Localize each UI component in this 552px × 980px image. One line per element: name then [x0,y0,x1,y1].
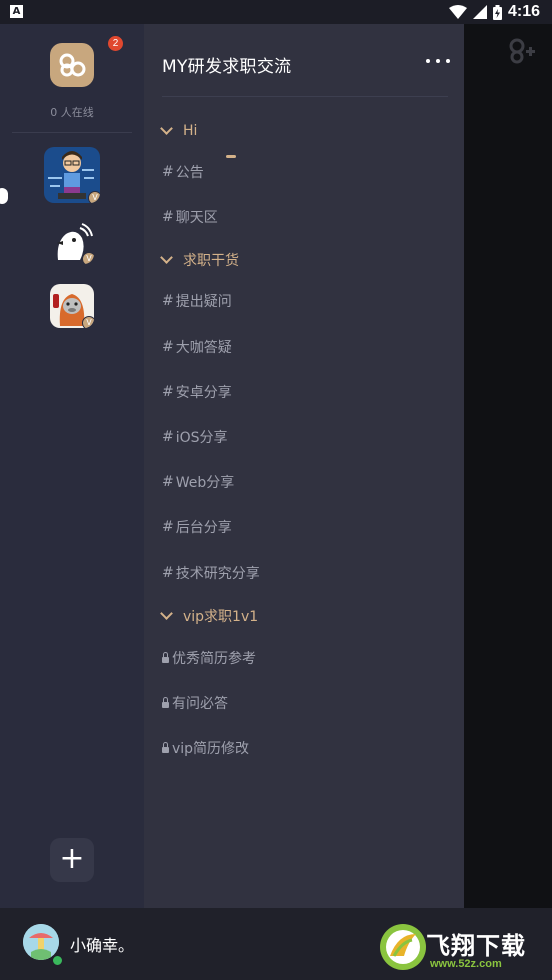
verified-badge: V [82,316,94,328]
hash-icon: # [162,209,174,225]
current-guild-icon[interactable] [50,43,94,87]
chevron-down-icon [160,607,173,620]
notification-icon: A [10,5,23,18]
wifi-icon [448,5,467,19]
verified-badge: V [88,191,100,203]
dot-icon [436,59,440,63]
channel-web[interactable]: # Web分享 [162,471,234,493]
watermark-logo-icon [380,924,426,970]
chevron-down-icon [160,122,173,135]
channel-tech-research[interactable]: # 技术研究分享 [162,562,260,584]
guild-avatar-coder[interactable]: V [44,147,100,203]
hash-icon: # [162,565,174,581]
user-footer: 小确幸。 飞翔下载 www.52z.com [0,908,552,980]
lock-icon [162,652,169,663]
dot-icon [446,59,450,63]
dimmed-chat-overlay[interactable] [464,24,552,908]
category-job-tips[interactable]: 求职干货 [160,250,239,270]
channel-resume-ref[interactable]: 优秀简历参考 [162,647,256,669]
lock-icon [162,697,169,708]
hash-icon: # [162,339,174,355]
hash-icon: # [162,474,174,490]
signal-icon [472,5,487,19]
watermark-url: www.52z.com [430,958,502,970]
guild-logo-icon [59,53,86,77]
hash-icon: # [162,519,174,535]
channel-announcement[interactable]: # 公告 [162,155,236,183]
hash-icon: # [162,384,174,400]
channel-backend[interactable]: # 后台分享 [162,516,232,538]
channel-ios[interactable]: # iOS分享 [162,426,228,448]
watermark-text: 飞翔下载 [426,932,526,960]
header-divider [162,96,448,97]
selection-indicator [0,188,8,204]
verified-badge: V [82,252,94,264]
lock-icon [162,742,169,753]
online-count: 0 人在线 [50,106,94,119]
add-guild-button[interactable]: + [50,838,94,882]
unread-badge: 2 [108,36,123,51]
channel-questions[interactable]: # 提出疑问 [162,290,232,312]
channel-android[interactable]: # 安卓分享 [162,381,232,403]
hash-icon: # [162,429,174,445]
username: 小确幸。 [70,936,135,955]
status-bar: A 4:16 [0,0,552,24]
battery-icon [492,4,502,20]
category-hi[interactable]: Hi [160,121,197,141]
guild-title: MY研发求职交流 [162,57,292,77]
channel-expert-qa[interactable]: # 大咖答疑 [162,336,232,358]
guild-avatar-seal[interactable]: V [50,284,94,328]
online-status-dot [51,954,64,967]
channel-ask-anything[interactable]: 有问必答 [162,692,228,714]
more-options-button[interactable] [426,52,450,70]
dot-icon [426,59,430,63]
add-member-icon[interactable] [506,38,536,64]
chevron-down-icon [160,251,173,264]
channel-vip-resume[interactable]: vip简历修改 [162,737,249,759]
channel-chat[interactable]: # 聊天区 [162,206,218,228]
category-vip[interactable]: vip求职1v1 [160,606,258,626]
guild-rail: 2 0 人在线 V V V + [0,24,144,908]
guild-avatar-bird[interactable]: V [50,220,94,264]
rail-divider [12,132,132,133]
status-time: 4:16 [507,3,540,20]
unread-indicator [226,155,236,158]
hash-icon: # [162,164,174,180]
watermark: 飞翔下载 www.52z.com [378,922,548,974]
hash-icon: # [162,293,174,309]
channel-panel: MY研发求职交流 Hi # 公告 # 聊天区 求职干货 # 提出疑问 # 大咖答疑 # 安… [144,24,464,908]
